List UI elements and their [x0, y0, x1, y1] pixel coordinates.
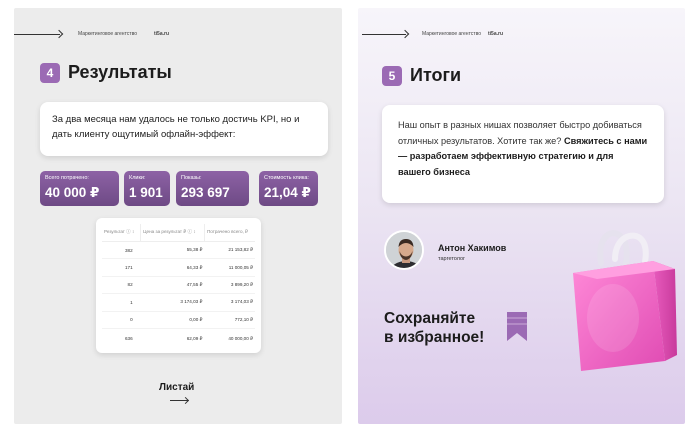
metric-label: Показы: [181, 175, 202, 181]
column-header[interactable]: Результат ⓘ ↕ [102, 224, 142, 242]
table-cell: 772,10 ₽ [204, 311, 255, 329]
slide-header: Маркетинговое агентство ti5a.ru [358, 29, 685, 40]
shopping-bag-icon [573, 230, 677, 371]
metric-spent: Всего потрачено: 40 000 ₽ [40, 171, 119, 206]
table-cell: 40 000,00 ₽ [228, 335, 253, 341]
table-cell: 171 [102, 258, 141, 277]
metric-impressions: Показы: 293 697 [176, 171, 249, 206]
metric-label: Клики: [129, 175, 146, 181]
conclusion-card: Наш опыт в разных нишах позволяет быстро… [382, 105, 664, 203]
column-header: Потрачено всего, ₽ [204, 224, 255, 242]
site-label: ti5a.ru [154, 31, 170, 37]
table-row: 1 3 174,03 ₽ 3 174,03 ₽ [102, 293, 255, 312]
metric-label: Стоимость клика: [264, 175, 309, 181]
table-cell: 55,38 ₽ [140, 241, 205, 260]
section-title: Результаты [68, 62, 172, 82]
section-title: Итоги [410, 65, 462, 85]
save-prompt-line: Сохраняйте [384, 310, 476, 327]
results-table-card: Результат ⓘ ↕ Цена за результат ₽ ⓘ ↕ По… [96, 218, 261, 353]
agency-label: Маркетинговое агентство [78, 31, 137, 37]
table-cell: 82 [102, 276, 141, 295]
column-header[interactable]: Цена за результат ₽ ⓘ ↕ [140, 224, 205, 242]
table-cell: 62,09 ₽ [186, 335, 203, 341]
section-number-badge: 4 [40, 62, 60, 83]
table-cell: 21 153,82 ₽ [204, 241, 255, 260]
slide-results: Маркетинговое агентство ti5a.ru 4 Резуль… [14, 8, 342, 424]
table-row: 0 0,00 ₽ 772,10 ₽ [102, 311, 255, 329]
arrow-right-icon [170, 400, 188, 401]
table-cell: 3 899,20 ₽ [204, 276, 255, 295]
table-cell: 0 [102, 311, 141, 329]
metric-label: Всего потрачено: [45, 175, 89, 181]
avatar [384, 230, 424, 270]
metric-value: 40 000 ₽ [45, 185, 100, 200]
table-cell: 11 000,05 ₽ [204, 258, 255, 277]
table-cell: 64,33 ₽ [140, 258, 205, 277]
section-number-badge: 5 [382, 65, 402, 86]
author-name: Антон Хакимов [438, 243, 507, 253]
section-heading: 5 Итоги [382, 65, 461, 86]
metric-clicks: Клики: 1 901 [124, 171, 170, 206]
slide-summary: Маркетинговое агентство ti5a.ru 5 Итоги … [358, 8, 685, 424]
table-row: 382 55,38 ₽ 21 153,82 ₽ [102, 241, 255, 260]
table-cell: 382 [102, 241, 141, 260]
arrow-right-icon [14, 34, 60, 35]
table-row: 82 47,55 ₽ 3 899,20 ₽ [102, 276, 255, 295]
table-cell: 3 174,03 ₽ [204, 293, 255, 312]
agency-label: Маркетинговое агентство [422, 31, 481, 37]
metric-value: 21,04 ₽ [264, 185, 311, 200]
save-prompt: Сохраняйте в избранное! [384, 309, 484, 347]
arrow-right-icon [362, 34, 406, 35]
slide-header: Маркетинговое агентство ti5a.ru [14, 29, 342, 40]
table-cell: 47,55 ₽ [140, 276, 205, 295]
intro-card: За два месяца нам удалось не только дост… [40, 102, 328, 156]
swipe-label: Листай [159, 382, 195, 393]
table-cell: 636 [124, 336, 133, 342]
table-total-row: 636 62,09 ₽ 40 000,00 ₽ [102, 328, 255, 347]
table-cell: 1 [102, 293, 141, 312]
bookmark-icon[interactable] [506, 312, 528, 342]
section-heading: 4 Результаты [40, 62, 172, 83]
metric-value: 293 697 [181, 185, 230, 200]
intro-text: За два месяца нам удалось не только дост… [52, 114, 300, 140]
author-role: таргетолог [438, 256, 466, 262]
table-row: 171 64,33 ₽ 11 000,05 ₽ [102, 258, 255, 277]
save-prompt-line: в избранное! [384, 329, 485, 346]
site-label: ti5a.ru [488, 31, 504, 37]
metric-value: 1 901 [129, 185, 163, 200]
metric-cpc: Стоимость клика: 21,04 ₽ [259, 171, 318, 206]
table-cell: 3 174,03 ₽ [140, 293, 205, 312]
results-table: Результат ⓘ ↕ Цена за результат ₽ ⓘ ↕ По… [102, 224, 255, 347]
person-photo-icon [386, 232, 422, 268]
table-cell: 0,00 ₽ [140, 311, 205, 329]
